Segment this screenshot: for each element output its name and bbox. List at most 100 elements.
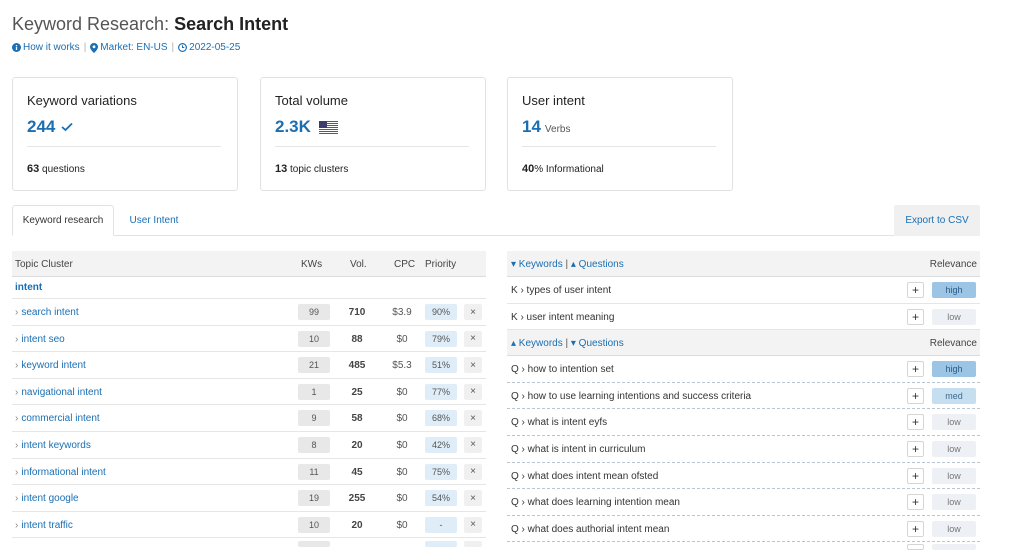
relevance-badge[interactable]: med bbox=[932, 387, 976, 404]
add-button[interactable]: + bbox=[907, 467, 924, 484]
cpc-value: $0 bbox=[396, 413, 408, 425]
info-icon bbox=[12, 43, 21, 52]
relevance-badge[interactable]: low bbox=[932, 494, 976, 511]
relevance-badge[interactable]: high bbox=[932, 361, 976, 378]
col-topic-cluster[interactable]: Topic Cluster bbox=[15, 259, 73, 270]
sort-questions-toggle[interactable]: ▾ Questions bbox=[571, 338, 624, 349]
how-it-works-link[interactable]: How it works bbox=[23, 42, 80, 53]
group-row: intent bbox=[12, 277, 486, 299]
kws-count-badge: 9 bbox=[298, 410, 330, 427]
chevron-right-icon: › bbox=[15, 493, 19, 505]
keyword-question-text[interactable]: Q › what is intent in curriculum bbox=[511, 444, 646, 455]
export-csv-button[interactable]: Export to CSV bbox=[894, 205, 980, 236]
cpc-value: $0 bbox=[396, 439, 408, 451]
table-row[interactable]: › search intent 99 710 $3.9 90% × bbox=[12, 299, 486, 326]
table-row[interactable]: › intent seo 10 88 $0 79% × bbox=[12, 326, 486, 353]
keyword-question-text[interactable]: Q › how to intention set bbox=[511, 364, 614, 375]
remove-button[interactable]: × bbox=[464, 357, 482, 374]
keyword-question-text[interactable]: K › types of user intent bbox=[511, 285, 611, 296]
topic-keyword-link[interactable]: › intent keywords bbox=[15, 440, 91, 451]
remove-button[interactable]: × bbox=[464, 383, 482, 400]
card-value: 2.3K bbox=[275, 117, 338, 137]
topic-keyword-link[interactable]: › keyword intent bbox=[15, 360, 86, 371]
add-button[interactable]: + bbox=[907, 494, 924, 511]
remove-button[interactable]: × bbox=[464, 463, 482, 480]
keyword-question-text[interactable]: Q › what does intent mean ofsted bbox=[511, 471, 658, 482]
section-header-questions: ▴ Keywords | ▾ Questions Relevance bbox=[507, 330, 980, 357]
topic-cluster-table: Topic Cluster KWs Vol. CPC Priority inte… bbox=[12, 251, 486, 558]
list-item: Q › how to intention set + high bbox=[507, 356, 980, 383]
date-label: 2022-05-25 bbox=[189, 42, 241, 53]
card-footer: 63 questions bbox=[27, 163, 85, 175]
table-row[interactable]: › intent traffic 10 20 $0 - × bbox=[12, 512, 486, 539]
col-vol[interactable]: Vol. bbox=[350, 259, 367, 270]
table-row[interactable]: › intent keywords 8 20 $0 42% × bbox=[12, 432, 486, 459]
group-name[interactable]: intent bbox=[15, 282, 42, 293]
add-button[interactable]: + bbox=[907, 282, 924, 298]
volume-value: 710 bbox=[348, 307, 366, 318]
add-button[interactable]: + bbox=[907, 520, 924, 537]
relevance-badge[interactable]: low bbox=[932, 308, 976, 325]
col-priority[interactable]: Priority bbox=[425, 259, 456, 270]
topic-keyword-link[interactable]: › navigational intent bbox=[15, 387, 102, 398]
keyword-question-text[interactable]: Q › how to use learning intentions and s… bbox=[511, 391, 751, 402]
cpc-value: $0 bbox=[396, 386, 408, 398]
sort-keywords-toggle[interactable]: ▾ Keywords bbox=[511, 259, 563, 270]
remove-button[interactable]: × bbox=[464, 436, 482, 453]
table-row[interactable]: › intent google 19 255 $0 54% × bbox=[12, 485, 486, 512]
kws-count-badge: 1 bbox=[298, 383, 330, 400]
sort-questions-toggle[interactable]: ▴ Questions bbox=[571, 259, 624, 270]
card-title: Keyword variations bbox=[27, 93, 137, 108]
relevance-badge[interactable]: low bbox=[932, 414, 976, 431]
add-button[interactable]: + bbox=[907, 361, 924, 378]
topic-keyword-link[interactable]: › intent seo bbox=[15, 334, 65, 345]
add-button[interactable]: + bbox=[907, 414, 924, 431]
topic-keyword-link[interactable]: › intent google bbox=[15, 493, 79, 504]
topic-keyword-link[interactable]: › commercial intent bbox=[15, 413, 100, 424]
card-title: Total volume bbox=[275, 93, 348, 108]
relevance-badge[interactable]: low bbox=[932, 440, 976, 457]
add-button[interactable]: + bbox=[907, 387, 924, 404]
table-row[interactable]: › commercial intent 9 58 $0 68% × bbox=[12, 405, 486, 432]
card-title: User intent bbox=[522, 93, 585, 108]
topic-keyword-link[interactable]: › informational intent bbox=[15, 467, 106, 478]
remove-button[interactable]: × bbox=[464, 516, 482, 533]
priority-badge: - bbox=[425, 516, 457, 533]
cpc-value: $0 bbox=[396, 466, 408, 478]
priority-badge: 79% bbox=[425, 330, 457, 347]
section-header-keywords: ▾ Keywords | ▴ Questions Relevance bbox=[507, 251, 980, 277]
topic-keyword-link[interactable]: › search intent bbox=[15, 307, 79, 318]
remove-button[interactable]: × bbox=[464, 410, 482, 427]
tab-keyword-research[interactable]: Keyword research bbox=[12, 205, 114, 236]
meta-row: How it works | Market: EN-US | 2022-05-2… bbox=[12, 42, 240, 53]
relevance-badge[interactable]: high bbox=[932, 282, 976, 298]
topic-keyword-link[interactable]: › intent traffic bbox=[15, 520, 73, 531]
kws-count-badge: 21 bbox=[298, 357, 330, 374]
keyword-question-text[interactable]: K › user intent meaning bbox=[511, 312, 614, 323]
col-cpc[interactable]: CPC bbox=[394, 259, 415, 270]
remove-button[interactable]: × bbox=[464, 490, 482, 507]
chevron-right-icon: › bbox=[15, 307, 19, 318]
keyword-question-text[interactable]: Q › what does authorial intent mean bbox=[511, 524, 669, 535]
card-total-volume: Total volume 2.3K 13 topic clusters bbox=[260, 77, 486, 191]
remove-button[interactable]: × bbox=[464, 304, 482, 320]
list-item: K › types of user intent + high bbox=[507, 277, 980, 304]
tab-user-intent[interactable]: User Intent bbox=[114, 205, 194, 236]
remove-button[interactable]: × bbox=[464, 330, 482, 347]
relevance-badge[interactable]: low bbox=[932, 467, 976, 484]
chevron-right-icon: › bbox=[15, 333, 19, 345]
kws-count-badge: 11 bbox=[298, 463, 330, 480]
relevance-badge[interactable]: low bbox=[932, 520, 976, 537]
keyword-question-text[interactable]: Q › what does learning intention mean bbox=[511, 497, 680, 508]
add-button[interactable]: + bbox=[907, 440, 924, 457]
sort-keywords-toggle[interactable]: ▴ Keywords bbox=[511, 338, 563, 349]
table-row[interactable]: › keyword intent 21 485 $5.3 51% × bbox=[12, 352, 486, 379]
table-row[interactable]: › navigational intent 1 25 $0 77% × bbox=[12, 379, 486, 406]
add-button[interactable]: + bbox=[907, 308, 924, 325]
col-kws[interactable]: KWs bbox=[301, 259, 322, 270]
tab-bar: Keyword research User Intent Export to C… bbox=[12, 205, 980, 236]
table-row[interactable]: › informational intent 11 45 $0 75% × bbox=[12, 459, 486, 486]
chevron-right-icon: › bbox=[15, 413, 19, 425]
keyword-question-text[interactable]: Q › what is intent eyfs bbox=[511, 417, 607, 428]
chevron-right-icon: › bbox=[15, 386, 19, 398]
